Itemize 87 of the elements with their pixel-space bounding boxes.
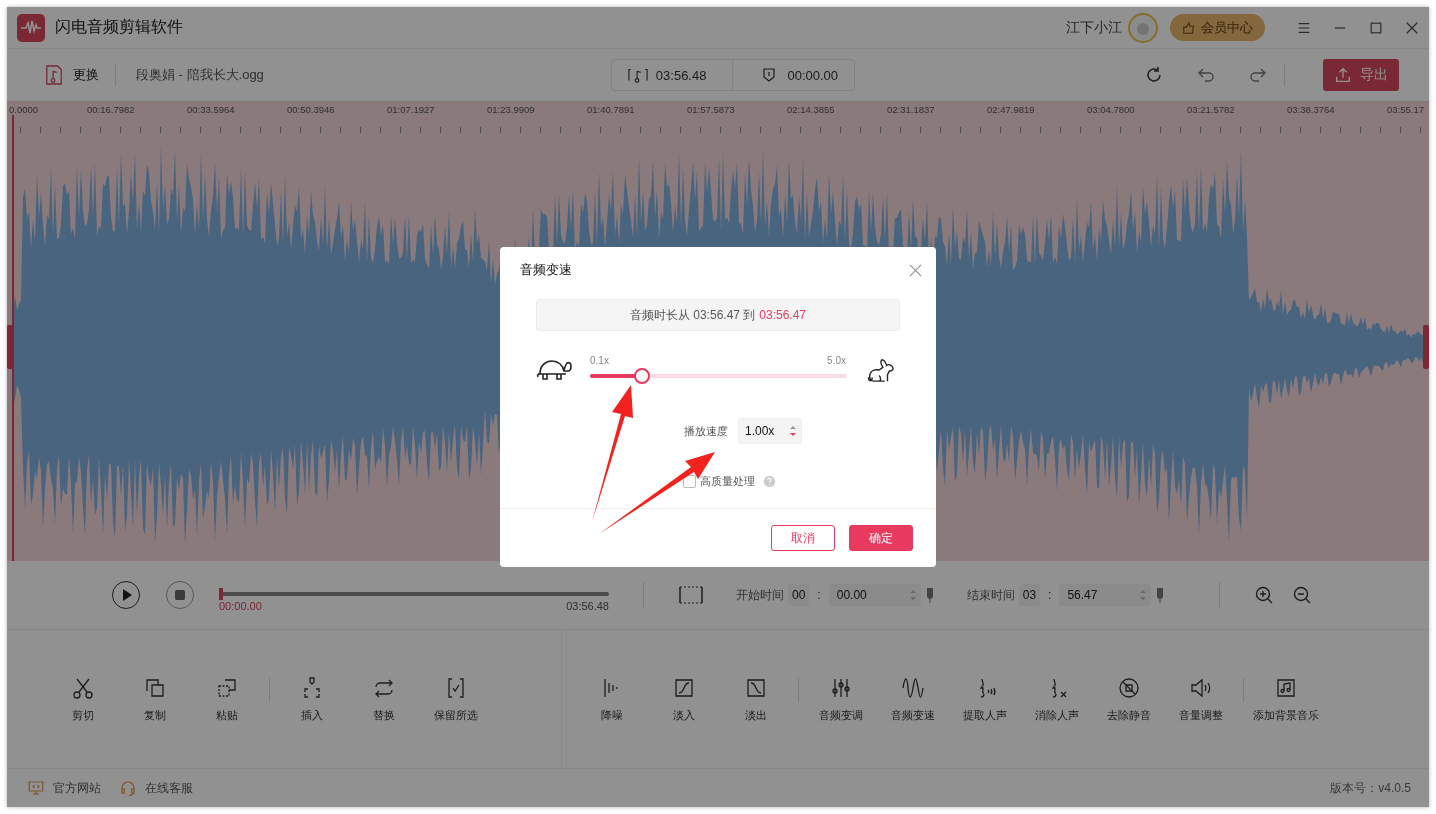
timeline-label: 01:23.9909: [487, 103, 535, 117]
user-name: 江下小江: [1066, 18, 1122, 37]
footer-link[interactable]: 官方网站: [53, 779, 101, 797]
play-button[interactable]: [111, 580, 141, 610]
tool-label[interactable]: 去除静音: [1107, 707, 1151, 723]
upload-icon: [1334, 66, 1352, 84]
timeline-label: 01:07.1927: [387, 103, 435, 117]
selection-duration-text: 00:00.00: [787, 67, 839, 83]
timeline-label: 0.0000: [9, 103, 39, 117]
export-button[interactable]: 导出: [1323, 59, 1399, 91]
selection-handle[interactable]: [7, 325, 13, 369]
tool-label[interactable]: 粘贴: [216, 707, 238, 723]
close-icon[interactable]: [1405, 20, 1419, 35]
no-sign-icon[interactable]: [1117, 675, 1141, 700]
seconds-field[interactable]: 00.00: [828, 584, 921, 606]
time-separator: :: [1048, 588, 1052, 602]
minutes-field[interactable]: 03: [1018, 584, 1041, 606]
timeline-label: 02:31.1837: [887, 103, 935, 117]
selection-handle[interactable]: [1423, 325, 1429, 369]
tool-label[interactable]: 复制: [144, 707, 166, 723]
tool-label[interactable]: 淡入: [673, 707, 695, 723]
dashed-bracket-icon[interactable]: [678, 585, 704, 605]
version-text: 版本号：v4.0.5: [1330, 779, 1411, 797]
file-name: 段奥娟 - 陪我长大.ogg: [136, 66, 264, 84]
tool-label[interactable]: 添加背景音乐: [1253, 707, 1319, 723]
stop-button[interactable]: [165, 580, 195, 610]
close-icon[interactable]: [909, 263, 922, 277]
menu-icon[interactable]: [1297, 20, 1311, 35]
timeline-label: 03:55.17: [1387, 103, 1424, 117]
time-label: 结束时间: [966, 586, 1015, 604]
pin-icon[interactable]: [924, 587, 935, 603]
window-title: 闪电音频剪辑软件: [55, 17, 183, 37]
timeline-label: 01:40.7891: [587, 103, 635, 117]
refresh-icon[interactable]: [1144, 65, 1164, 85]
speed-slider-thumb[interactable]: [634, 368, 651, 384]
slider-min-label: 0.1x: [590, 355, 609, 366]
dialog-title: 音频变速: [520, 261, 572, 279]
seconds-field[interactable]: 56.47: [1059, 584, 1152, 606]
maximize-icon[interactable]: [1369, 20, 1383, 35]
total-time: 03:56.48: [566, 600, 609, 612]
zoom-in-icon[interactable]: [1254, 585, 1275, 605]
playhead-marker[interactable]: [12, 115, 14, 561]
wave-icon[interactable]: [901, 675, 925, 700]
headset-icon[interactable]: [119, 779, 137, 797]
pin-icon[interactable]: [1155, 587, 1166, 603]
timeline-label: 00:16.7982: [87, 103, 135, 117]
timeline-label: 00:50.3946: [287, 103, 335, 117]
tool-label[interactable]: 音量调整: [1179, 707, 1223, 723]
current-time: 00:00.00: [219, 600, 262, 612]
tool-label[interactable]: 淡出: [745, 707, 767, 723]
confirm-button[interactable]: 确定: [849, 525, 913, 551]
tool-label[interactable]: 提取人声: [963, 707, 1007, 723]
member-center-button[interactable]: 会员中心: [1170, 14, 1265, 41]
timeline-label: 00:33.5964: [187, 103, 235, 117]
time-separator: :: [817, 588, 821, 602]
tool-label[interactable]: 替换: [373, 707, 395, 723]
duration-info-text: 音频时长从 03:56.47 到: [629, 306, 756, 324]
time-label: 开始时间: [736, 586, 784, 604]
music-file-icon[interactable]: [45, 65, 63, 85]
spinner-arrows-icon[interactable]: [789, 424, 797, 438]
app-logo-icon: [17, 13, 45, 42]
duration-text: 03:56.48: [655, 67, 707, 83]
tool-label[interactable]: 消除人声: [1035, 707, 1079, 723]
timeline-label: 01:57.5873: [687, 103, 735, 117]
tool-label[interactable]: 保留所选: [434, 707, 478, 723]
slider-max-label: 5.0x: [827, 355, 846, 366]
speed-input[interactable]: 1.00x: [738, 418, 802, 444]
timeline-label: 03:04.7800: [1087, 103, 1135, 117]
tool-label[interactable]: 降噪: [601, 707, 623, 723]
timeline-label: 02:47.9819: [987, 103, 1035, 117]
cancel-button[interactable]: 取消: [771, 525, 835, 551]
speed-label: 播放速度: [684, 423, 728, 439]
tool-label[interactable]: 音频变调: [819, 707, 863, 723]
replace-link[interactable]: 更换: [73, 66, 99, 84]
timeline-label: 03:38.3764: [1287, 103, 1335, 117]
new-duration-text: 03:56.47: [759, 308, 807, 322]
tool-label[interactable]: 音频变速: [891, 707, 935, 723]
tool-label[interactable]: 插入: [301, 707, 323, 723]
progress-handle[interactable]: [219, 588, 223, 600]
timeline-label: 03:21.5782: [1187, 103, 1235, 117]
bracket-note-icon: [627, 67, 648, 83]
checkbox-label[interactable]: 高质量处理: [699, 474, 755, 489]
minutes-field[interactable]: 00: [788, 584, 810, 606]
timeline-label: 02:14.3855: [787, 103, 835, 117]
zoom-out-icon[interactable]: [1292, 585, 1313, 605]
tool-label[interactable]: 剪切: [72, 707, 94, 723]
footer-link[interactable]: 在线客服: [145, 779, 193, 797]
